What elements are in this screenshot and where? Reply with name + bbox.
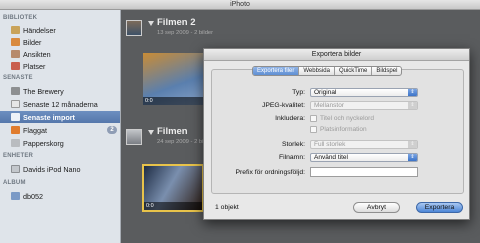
size-label: Storlek: [281,141,305,148]
flagged-count-badge: 2 [107,126,117,134]
import-icon [11,113,20,121]
filename-select[interactable]: Använd titel ⇕ [310,153,418,162]
calendar-icon [11,100,20,108]
disclosure-triangle-icon[interactable] [148,130,154,135]
jpeg-quality-label: JPEG-kvalitet: [261,102,305,109]
location-checkbox[interactable] [310,126,317,133]
photo-thumbnail[interactable]: 0:0 [143,53,205,105]
tab-export-files[interactable]: Exportera filer [253,67,300,75]
type-label: Typ: [292,89,305,96]
window-title: iPhoto [230,1,250,8]
sidebar-item-the-brewery[interactable]: The Brewery [0,85,120,97]
tab-slideshow[interactable]: Bildspel [372,67,401,75]
sidebar-item-db052[interactable]: db052 [0,190,120,202]
flag-icon [11,126,20,134]
export-tabs: Exportera filer Webbsida QuickTime Bilds… [252,66,403,76]
export-button[interactable]: Exportera [416,202,463,213]
event-subtitle: 13 sep 2009 - 2 bilder [157,30,214,36]
event-icon [11,87,20,95]
title-bar: iPhoto [0,0,480,10]
sidebar-item-places[interactable]: Platser [0,60,120,72]
event-title: Filmen 2 [157,17,196,28]
section-library: BIBLIOTEK [3,15,38,21]
sidebar-item-trash[interactable]: Papperskorg [0,137,120,149]
title-keywords-checkbox[interactable] [310,115,317,122]
photos-icon [11,38,20,46]
photo-thumbnail-selected[interactable]: 0:0 [142,164,204,212]
tab-quicktime[interactable]: QuickTime [335,67,373,75]
faces-icon [11,50,20,58]
disclosure-triangle-icon[interactable] [148,21,154,26]
cancel-button[interactable]: Avbryt [353,202,400,213]
export-dialog: Exportera bilder Exportera filer Webbsid… [203,48,470,220]
section-devices: ENHETER [3,153,34,159]
sidebar-item-ipod[interactable]: Davids iPod Nano [0,163,120,175]
chevron-updown-icon: ⇕ [408,89,417,96]
ipod-icon [11,165,20,173]
filename-label: Filnamn: [278,154,305,161]
sidebar-item-last-12-months[interactable]: Senaste 12 månaderna [0,98,120,110]
places-icon [11,62,20,70]
title-keywords-label: Titel och nyckelord [320,115,374,122]
event-key-photo[interactable] [126,20,142,36]
album-icon [11,192,20,200]
jpeg-quality-select[interactable]: Mellanstor ⇕ [310,101,418,110]
tab-webpage[interactable]: Webbsida [299,67,335,75]
chevron-updown-icon: ⇕ [408,141,417,148]
dialog-title: Exportera bilder [204,49,469,61]
include-label: Inkludera: [275,115,305,122]
section-album: ALBUM [3,180,26,186]
events-icon [11,26,20,34]
size-select[interactable]: Full storlek ⇕ [310,140,418,149]
sidebar-item-events[interactable]: Händelser [0,24,120,36]
item-count: 1 objekt [215,204,239,211]
sequence-prefix-input[interactable] [310,167,418,177]
sidebar-item-photos[interactable]: Bilder [0,36,120,48]
sidebar-item-last-import[interactable]: Senaste import [0,111,120,123]
sequence-prefix-label: Prefix för ordningsföljd: [235,169,305,176]
sidebar: BIBLIOTEK Händelser Bilder Ansikten Plat… [0,10,121,243]
location-label: Platsinformation [320,126,367,133]
sidebar-item-faces[interactable]: Ansikten [0,48,120,60]
chevron-updown-icon: ⇕ [408,102,417,109]
event-key-photo[interactable] [126,129,142,145]
trash-icon [11,139,20,147]
sidebar-item-flagged[interactable]: Flaggat 2 [0,124,120,136]
section-recent: SENASTE [3,75,33,81]
event-title: Filmen [157,126,188,137]
type-select[interactable]: Original ⇕ [310,88,418,97]
chevron-updown-icon: ⇕ [408,154,417,161]
